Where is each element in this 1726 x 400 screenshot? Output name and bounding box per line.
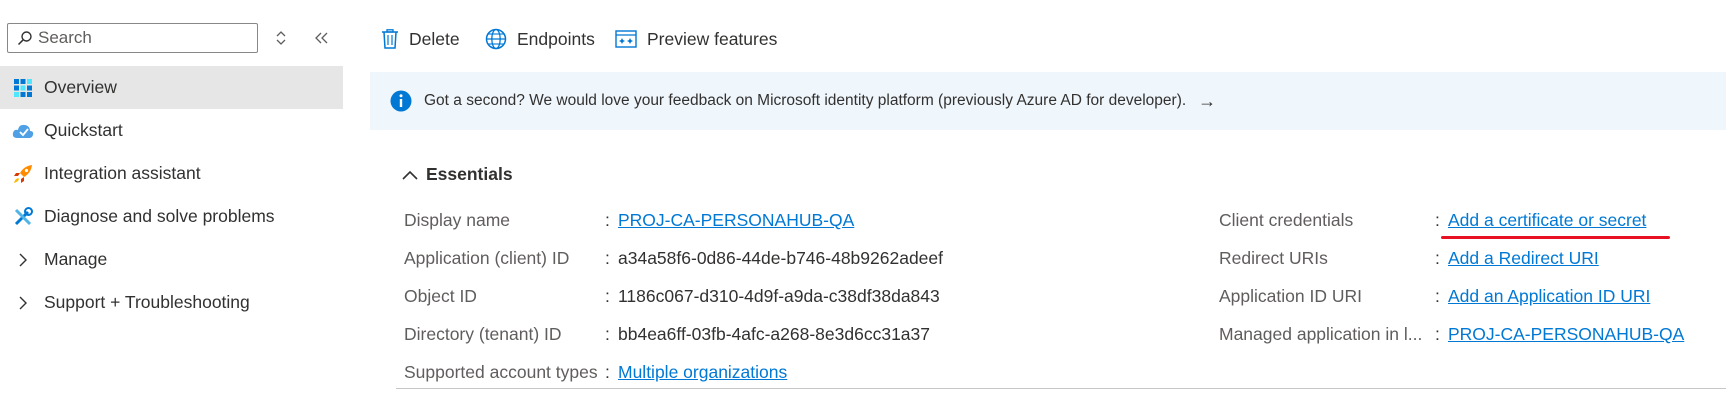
chevron-right-icon: [12, 249, 34, 271]
managed-app-label: Managed application in l...: [1219, 324, 1423, 344]
delete-button[interactable]: Delete: [381, 24, 460, 54]
globe-icon: [485, 28, 507, 50]
colon-separator: :: [1435, 248, 1440, 268]
trash-icon: [381, 29, 399, 49]
preview-features-button[interactable]: Preview features: [615, 24, 777, 54]
collapse-sidebar-icon[interactable]: [310, 26, 334, 50]
app-id-uri-label: Application ID URI: [1219, 286, 1362, 306]
sidebar-item-label: Overview: [44, 77, 117, 97]
redirect-uris-label: Redirect URIs: [1219, 248, 1328, 268]
display-name-link[interactable]: PROJ-CA-PERSONAHUB-QA: [618, 210, 854, 231]
sidebar-item-overview[interactable]: Overview: [0, 66, 343, 109]
object-id-label: Object ID: [404, 286, 477, 306]
object-id-value: 1186c067-d310-4d9f-a9da-c38df38da843: [618, 286, 940, 306]
colon-separator: :: [605, 286, 610, 306]
sidebar-item-manage[interactable]: Manage: [0, 238, 343, 281]
sidebar-item-label: Support + Troubleshooting: [44, 292, 250, 312]
divider: [396, 388, 1726, 389]
essentials-title: Essentials: [426, 164, 513, 184]
quickstart-cloud-icon: [12, 120, 34, 142]
add-certificate-link[interactable]: Add a certificate or secret: [1448, 210, 1646, 231]
search-icon: [12, 30, 38, 46]
endpoints-label: Endpoints: [517, 28, 595, 49]
client-id-value: a34a58f6-0d86-44de-b746-48b9262adeef: [618, 248, 944, 268]
colon-separator: :: [605, 324, 610, 344]
account-types-link[interactable]: Multiple organizations: [618, 362, 787, 383]
client-id-label: Application (client) ID: [404, 248, 570, 268]
search-box[interactable]: [7, 23, 258, 53]
sidebar-item-label: Quickstart: [44, 120, 123, 140]
sidebar-item-diagnose[interactable]: Diagnose and solve problems: [0, 195, 343, 238]
tenant-id-label: Directory (tenant) ID: [404, 324, 562, 344]
chevron-up-icon: [402, 170, 418, 180]
essentials-toggle[interactable]: Essentials: [402, 164, 513, 185]
sidebar-item-label: Diagnose and solve problems: [44, 206, 275, 226]
arrow-right-icon[interactable]: →: [1198, 91, 1216, 112]
search-input[interactable]: [38, 28, 238, 48]
sidebar-item-quickstart[interactable]: Quickstart: [0, 109, 343, 152]
colon-separator: :: [605, 248, 610, 268]
colon-separator: :: [1435, 324, 1440, 344]
colon-separator: :: [605, 362, 610, 382]
chevron-right-icon: [12, 292, 34, 314]
info-icon: [390, 90, 412, 112]
colon-separator: :: [1435, 286, 1440, 306]
delete-label: Delete: [409, 28, 460, 49]
highlight-underline: [1441, 236, 1670, 239]
sidebar-item-integration-assistant[interactable]: Integration assistant: [0, 152, 343, 195]
rocket-icon: [12, 163, 34, 185]
preview-features-label: Preview features: [647, 28, 778, 49]
expand-collapse-icon[interactable]: [269, 26, 293, 50]
sidebar-item-support[interactable]: Support + Troubleshooting: [0, 281, 343, 324]
wrench-screwdriver-icon: [12, 206, 34, 228]
preview-features-icon: [615, 29, 637, 49]
managed-app-link[interactable]: PROJ-CA-PERSONAHUB-QA: [1448, 324, 1684, 345]
add-redirect-uri-link[interactable]: Add a Redirect URI: [1448, 248, 1599, 269]
account-types-label: Supported account types: [404, 362, 598, 382]
sidebar-item-label: Manage: [44, 249, 108, 269]
colon-separator: :: [605, 210, 610, 230]
feedback-banner: Got a second? We would love your feedbac…: [370, 72, 1726, 130]
display-name-label: Display name: [404, 210, 511, 230]
client-credentials-label: Client credentials: [1219, 210, 1354, 230]
endpoints-button[interactable]: Endpoints: [485, 24, 595, 54]
tenant-id-value: bb4ea6ff-03fb-4afc-a268-8e3d6cc31a37: [618, 324, 931, 344]
colon-separator: :: [1435, 210, 1440, 230]
sidebar-item-label: Integration assistant: [44, 163, 201, 183]
banner-text: Got a second? We would love your feedbac…: [424, 92, 1187, 109]
overview-grid-icon: [12, 77, 34, 99]
add-app-id-uri-link[interactable]: Add an Application ID URI: [1448, 286, 1650, 307]
